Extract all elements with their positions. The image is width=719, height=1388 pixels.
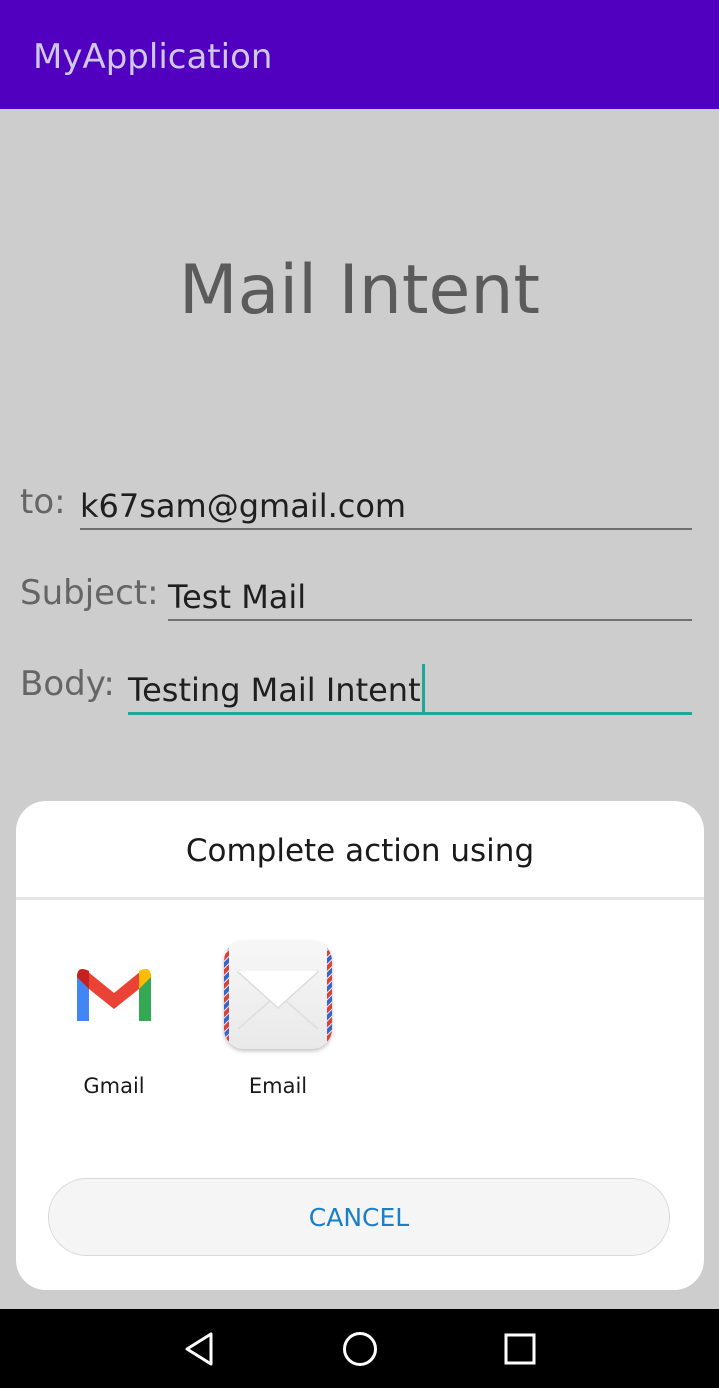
app-title: MyApplication [33, 37, 273, 77]
app-option-label: Email [248, 1074, 308, 1098]
dialog-divider [16, 897, 704, 900]
back-icon[interactable] [180, 1329, 220, 1369]
subject-field[interactable]: Test Mail [168, 577, 692, 621]
subject-label: Subject: [20, 573, 159, 613]
app-option-label: Gmail [83, 1074, 145, 1098]
body-field-value: Testing Mail Intent [128, 671, 421, 709]
page-heading: Mail Intent [178, 251, 541, 330]
navigation-bar [0, 1309, 719, 1388]
text-cursor [421, 664, 425, 712]
app-option-email[interactable]: Email [208, 941, 348, 1099]
home-icon[interactable] [340, 1329, 380, 1369]
to-field[interactable]: k67sam@gmail.com [80, 486, 692, 530]
body-label: Body: [20, 664, 115, 704]
cancel-button[interactable]: CANCEL [48, 1178, 670, 1256]
chooser-dialog: Complete action using Gmail Email CANCEL [16, 801, 704, 1290]
email-icon [223, 941, 333, 1051]
app-bar: MyApplication [0, 0, 719, 109]
to-label: to: [20, 482, 66, 522]
gmail-icon [59, 941, 169, 1051]
subject-field-value: Test Mail [168, 578, 307, 616]
recents-icon[interactable] [500, 1329, 540, 1369]
dialog-title: Complete action using [185, 833, 535, 869]
body-field[interactable]: Testing Mail Intent [128, 664, 692, 715]
to-field-value: k67sam@gmail.com [80, 487, 407, 525]
app-option-gmail[interactable]: Gmail [44, 941, 184, 1099]
